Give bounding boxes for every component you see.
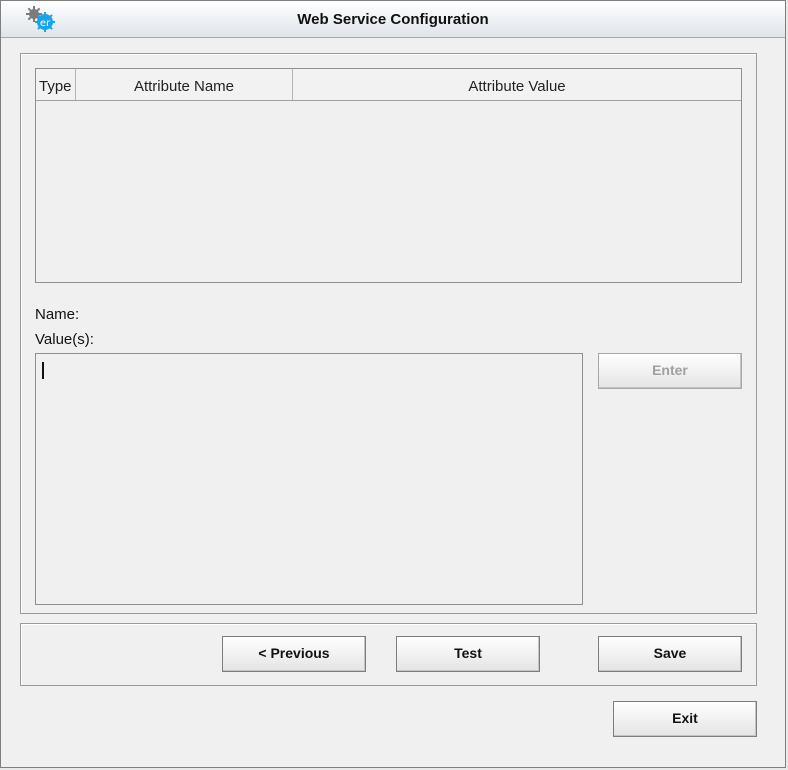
save-button[interactable]: Save [598, 636, 742, 672]
test-button[interactable]: Test [396, 636, 540, 672]
table-header: Type Attribute Name Attribute Value [36, 69, 741, 101]
exit-button[interactable]: Exit [613, 701, 757, 737]
window-title: Web Service Configuration [297, 11, 489, 28]
values-label: Value(s): [35, 331, 94, 348]
previous-button[interactable]: < Previous [222, 636, 366, 672]
web-service-config-window: er Web Service Configuration Type Attrib… [0, 0, 786, 768]
enter-button[interactable]: Enter [598, 353, 742, 389]
text-caret [42, 362, 44, 379]
column-header-type[interactable]: Type [36, 69, 76, 100]
name-label: Name: [35, 306, 80, 323]
values-textarea[interactable] [35, 353, 583, 605]
column-header-attribute-value[interactable]: Attribute Value [293, 69, 741, 100]
title-bar[interactable]: er Web Service Configuration [1, 1, 785, 38]
column-header-attribute-name[interactable]: Attribute Name [76, 69, 293, 100]
attributes-table[interactable]: Type Attribute Name Attribute Value [35, 68, 742, 283]
